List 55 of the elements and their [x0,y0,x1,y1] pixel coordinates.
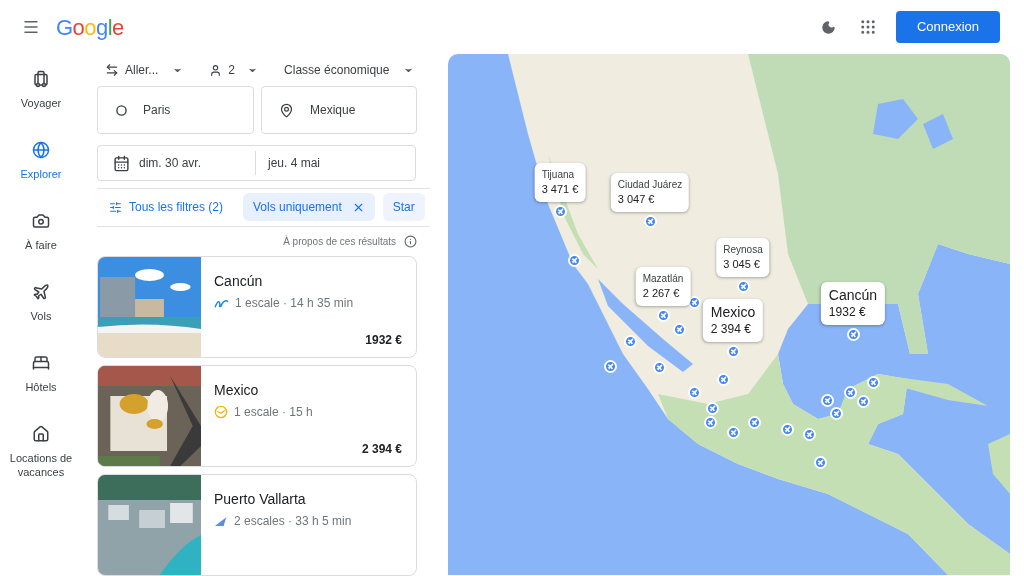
price-marker[interactable]: Tijuana 3 471 € [534,163,586,202]
price-marker[interactable]: Mazatlán 2 267 € [635,267,691,306]
dates-field[interactable]: dim. 30 avr. jeu. 4 mai [97,145,416,182]
plane-icon [32,283,50,301]
passengers-dropdown[interactable]: 2 [209,61,259,80]
trip-type-dropdown[interactable]: Aller... [105,61,184,80]
all-filters-button[interactable]: Tous les filtres (2) [97,193,236,222]
destination-card[interactable]: Mexico 1 escale · 15 h 2 394 € [97,365,417,467]
destination-name: Mexico [214,381,260,400]
airline-logo-icon [214,297,229,309]
sidebar-item[interactable]: À faire [0,208,82,256]
filter-chip[interactable]: Vols uniquement [243,193,375,222]
sign-in-button[interactable]: Connexion [896,11,1000,43]
sidebar-item[interactable]: Voyager [0,66,82,114]
globe-icon [32,141,50,159]
price-marker[interactable]: Reynosa 3 045 € [716,238,770,277]
apps-icon[interactable] [859,18,877,36]
circle-icon [116,104,127,116]
destination-card[interactable]: Puerto Vallarta 2 escales · 33 h 5 min [97,474,417,576]
filter-icon [109,200,122,214]
destination-name: Puerto Vallarta [214,490,307,509]
price-marker[interactable]: Ciudad Juárez 3 047 € [610,173,690,212]
price: 2 394 € [361,441,402,458]
menu-icon[interactable] [22,18,40,36]
sidebar-item[interactable]: Explorer [0,137,82,185]
airline-logo-icon [214,515,228,527]
about-results-link[interactable]: À propos de ces résultats [283,233,396,249]
destination-field[interactable]: Mexique [261,86,417,135]
info-icon[interactable] [404,234,417,248]
price-marker[interactable]: Mexico 2 394 € [702,299,764,342]
flight-details: 1 escale · 14 h 35 min [235,295,354,312]
swap-arrows-icon [105,63,119,78]
origin-field[interactable]: Paris [97,86,254,135]
house-icon [32,425,50,443]
filter-chip[interactable]: Star [382,193,425,222]
luggage-icon [32,70,50,88]
cabin-class-dropdown[interactable]: Classe économique [284,61,415,80]
calendar-icon [113,154,130,172]
airline-logo-icon [214,405,228,419]
person-icon [209,63,223,77]
price-marker[interactable]: Cancún 1932 € [820,282,886,325]
camera-icon [32,212,50,230]
dark-mode-icon[interactable] [821,19,836,35]
location-pin-icon [279,102,294,118]
sidebar-item[interactable]: Locations de vacances [0,421,82,483]
sidebar-item[interactable]: Vols [0,279,82,327]
destination-name: Cancún [214,272,264,291]
sidebar-item[interactable]: Hôtels [0,350,82,398]
flight-details: 2 escales · 33 h 5 min [234,513,352,530]
bed-icon [32,354,50,372]
destination-card[interactable]: Cancún 1 escale · 14 h 35 min 1932 € [97,256,417,358]
logo[interactable]: Google [56,10,124,44]
flight-details: 1 escale · 15 h [234,404,313,421]
map[interactable]: Tijuana 3 471 € Ciudad Juárez 3 047 € Reynosa 3 045 € Mazatlán 2 267 € Mexico 2 394 € Cancún 1932 € [448,54,1010,575]
price: 1932 € [365,332,402,349]
